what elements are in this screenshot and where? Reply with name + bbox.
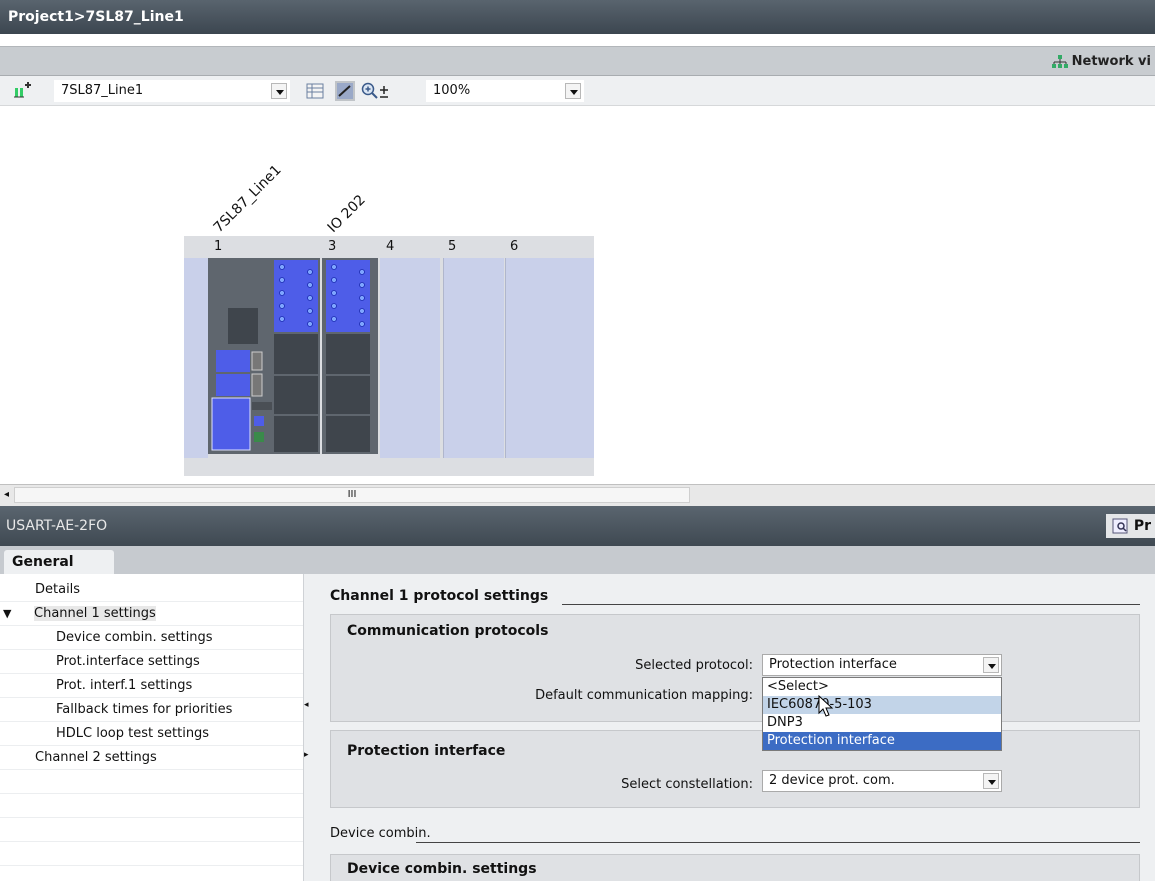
canvas-horizontal-scrollbar[interactable]: ◂ III bbox=[0, 484, 1155, 506]
device-combin-settings-group: Device combin. settings bbox=[330, 854, 1140, 881]
default-mapping-label: Default communication mapping: bbox=[535, 688, 753, 703]
device-settings-icon[interactable] bbox=[12, 81, 32, 101]
rack-slot[interactable] bbox=[505, 258, 594, 458]
splitter-arrow-icon[interactable]: ▸ bbox=[304, 750, 309, 760]
device-label: 7SL87_Line1 bbox=[210, 162, 285, 236]
network-icon bbox=[1051, 55, 1068, 68]
device-rack: 1 3 4 5 6 bbox=[184, 236, 594, 476]
chevron-down-icon[interactable] bbox=[565, 83, 581, 99]
zoom-select[interactable]: 100% bbox=[426, 80, 584, 102]
constellation-label: Select constellation: bbox=[621, 777, 753, 792]
selected-protocol-value: Protection interface bbox=[769, 657, 897, 672]
zoom-step-icon[interactable] bbox=[378, 81, 390, 101]
view-switch-bar: Network vi bbox=[0, 46, 1155, 76]
selected-protocol-label: Selected protocol: bbox=[635, 658, 753, 673]
tree-item-channel-1-settings[interactable]: ▼ Channel 1 settings bbox=[0, 602, 303, 626]
scrollbar-thumb[interactable]: III bbox=[14, 487, 690, 503]
tree-splitter[interactable]: ◂ ▸ bbox=[304, 574, 312, 881]
network-view-button[interactable]: Network vi bbox=[1050, 47, 1155, 77]
section-divider bbox=[562, 604, 1140, 605]
inspector-header: USART-AE-2FO Pr bbox=[0, 506, 1155, 546]
mouse-cursor-icon bbox=[818, 695, 834, 717]
base-module[interactable] bbox=[208, 258, 380, 454]
protocol-dropdown-list[interactable]: <Select> IEC60870-5-103 DNP3 Protection … bbox=[762, 677, 1002, 751]
section-title-device-combin: Device combin. bbox=[330, 826, 431, 841]
module-label: IO 202 bbox=[324, 191, 369, 236]
tree-item-label: Prot.interface settings bbox=[56, 654, 200, 669]
device-toolbar: 7SL87_Line1 100% bbox=[0, 76, 1155, 106]
constellation-select[interactable]: 2 device prot. com. bbox=[762, 770, 1002, 792]
slot-number: 6 bbox=[510, 239, 519, 254]
tree-item-label: Channel 1 settings bbox=[34, 606, 156, 621]
tree-item-label: Device combin. settings bbox=[56, 630, 213, 645]
dropdown-option[interactable]: <Select> bbox=[763, 678, 1001, 696]
rack-slot[interactable] bbox=[443, 258, 504, 458]
scroll-left-icon[interactable]: ◂ bbox=[4, 489, 9, 500]
slot-number: 1 bbox=[214, 239, 223, 254]
tab-general[interactable]: General bbox=[4, 550, 114, 574]
settings-details-panel: Channel 1 protocol settings Communicatio… bbox=[312, 574, 1155, 881]
rack-slot[interactable] bbox=[380, 258, 440, 458]
section-title-channel-1: Channel 1 protocol settings bbox=[330, 588, 549, 604]
properties-icon bbox=[1112, 518, 1128, 534]
section-divider bbox=[416, 842, 1140, 843]
communication-protocols-group: Communication protocols Selected protoco… bbox=[330, 614, 1140, 722]
settings-tree: Details ▼ Channel 1 settings Device comb… bbox=[0, 574, 304, 881]
group-title: Protection interface bbox=[347, 743, 506, 759]
network-view-label: Network vi bbox=[1071, 54, 1151, 69]
module-name: USART-AE-2FO bbox=[6, 518, 108, 534]
device-select-value: 7SL87_Line1 bbox=[61, 83, 144, 98]
scrollbar-grip: III bbox=[347, 489, 357, 500]
chevron-down-icon[interactable] bbox=[983, 773, 999, 789]
tree-row-empty bbox=[0, 794, 303, 818]
selected-protocol-select[interactable]: Protection interface bbox=[762, 654, 1002, 676]
constellation-value: 2 device prot. com. bbox=[769, 773, 895, 788]
tab-general-label: General bbox=[12, 554, 74, 570]
device-select[interactable]: 7SL87_Line1 bbox=[54, 80, 290, 102]
group-title: Communication protocols bbox=[347, 623, 549, 639]
tree-item-label: Fallback times for priorities bbox=[56, 702, 233, 717]
tree-item-label: HDLC loop test settings bbox=[56, 726, 210, 741]
dropdown-option[interactable]: Protection interface bbox=[763, 732, 1001, 750]
slot-number: 4 bbox=[386, 239, 395, 254]
slot-number: 3 bbox=[328, 239, 337, 254]
tree-item-details[interactable]: Details bbox=[0, 578, 303, 602]
editor-title-bar: Project1>7SL87_Line1 bbox=[0, 0, 1155, 34]
dropdown-option[interactable]: IEC60870-5-103 bbox=[763, 696, 1001, 714]
group-title: Device combin. settings bbox=[347, 861, 537, 877]
chevron-down-icon[interactable] bbox=[271, 83, 287, 99]
tree-item-label: Channel 2 settings bbox=[35, 750, 157, 765]
tree-row-empty bbox=[0, 818, 303, 842]
tree-item-label: Details bbox=[35, 582, 81, 597]
tree-row-empty bbox=[0, 842, 303, 866]
dropdown-option[interactable]: DNP3 bbox=[763, 714, 1001, 732]
expand-arrow-icon[interactable]: ▼ bbox=[3, 602, 11, 625]
rack-slot[interactable] bbox=[184, 258, 208, 458]
table-view-icon[interactable] bbox=[305, 81, 325, 101]
splitter-arrow-icon[interactable]: ◂ bbox=[304, 700, 309, 710]
breadcrumb: Project1>7SL87_Line1 bbox=[8, 9, 184, 25]
graphic-view-icon[interactable] bbox=[335, 81, 355, 101]
tree-item-fallback-times[interactable]: Fallback times for priorities bbox=[0, 698, 303, 722]
properties-button-label: Pr bbox=[1133, 518, 1151, 534]
zoom-value: 100% bbox=[433, 83, 471, 98]
tree-item-hdlc-loop-test[interactable]: HDLC loop test settings bbox=[0, 722, 303, 746]
protection-interface-group: Protection interface Select constellatio… bbox=[330, 730, 1140, 808]
tree-row-empty bbox=[0, 770, 303, 794]
tree-item-channel-2-settings[interactable]: Channel 2 settings bbox=[0, 746, 303, 770]
inspector-tabstrip: General bbox=[0, 546, 1155, 574]
slot-number: 5 bbox=[448, 239, 457, 254]
zoom-in-icon[interactable] bbox=[360, 81, 380, 101]
chevron-down-icon[interactable] bbox=[983, 657, 999, 673]
tree-item-device-combin-settings[interactable]: Device combin. settings bbox=[0, 626, 303, 650]
tree-item-prot-interf-1-settings[interactable]: Prot. interf.1 settings bbox=[0, 674, 303, 698]
properties-tab-button[interactable]: Pr bbox=[1105, 514, 1155, 538]
tree-item-prot-interface-settings[interactable]: Prot.interface settings bbox=[0, 650, 303, 674]
tree-item-label: Prot. interf.1 settings bbox=[56, 678, 193, 693]
